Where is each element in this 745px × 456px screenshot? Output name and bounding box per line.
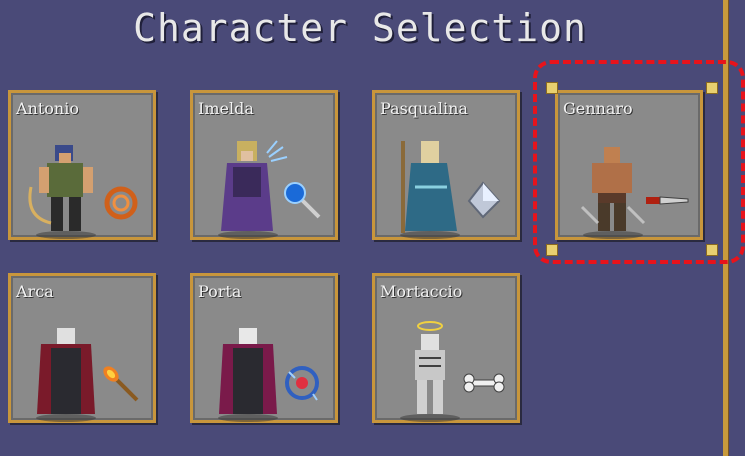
character-name: Mortaccio	[380, 282, 463, 301]
character-card-antonio[interactable]: Antonio	[8, 90, 156, 240]
character-name: Porta	[198, 282, 242, 301]
selection-corner-icon	[546, 82, 558, 94]
fire-wand-icon	[103, 366, 139, 402]
character-card-mortaccio[interactable]: Mortaccio	[372, 273, 520, 423]
character-card-imelda[interactable]: Imelda	[190, 90, 338, 240]
character-selection-screen: Character Selection Antonio Imelda Pasqu…	[0, 0, 745, 456]
selection-corner-icon	[706, 82, 718, 94]
lightning-ring-icon	[285, 366, 319, 401]
character-card-pasqualina[interactable]: Pasqualina	[372, 90, 520, 240]
bone-icon	[463, 373, 505, 393]
selection-corner-icon	[706, 244, 718, 256]
character-card-porta[interactable]: Porta	[190, 273, 338, 423]
whip-icon	[104, 186, 138, 220]
crystal-icon	[467, 181, 501, 219]
character-name: Arca	[16, 282, 54, 301]
character-name: Antonio	[16, 99, 79, 118]
character-name: Imelda	[198, 99, 254, 118]
character-name: Pasqualina	[380, 99, 468, 118]
character-card-arca[interactable]: Arca	[8, 273, 156, 423]
magic-wand-icon	[284, 182, 321, 219]
selection-corner-icon	[546, 244, 558, 256]
page-title: Character Selection	[133, 6, 587, 50]
